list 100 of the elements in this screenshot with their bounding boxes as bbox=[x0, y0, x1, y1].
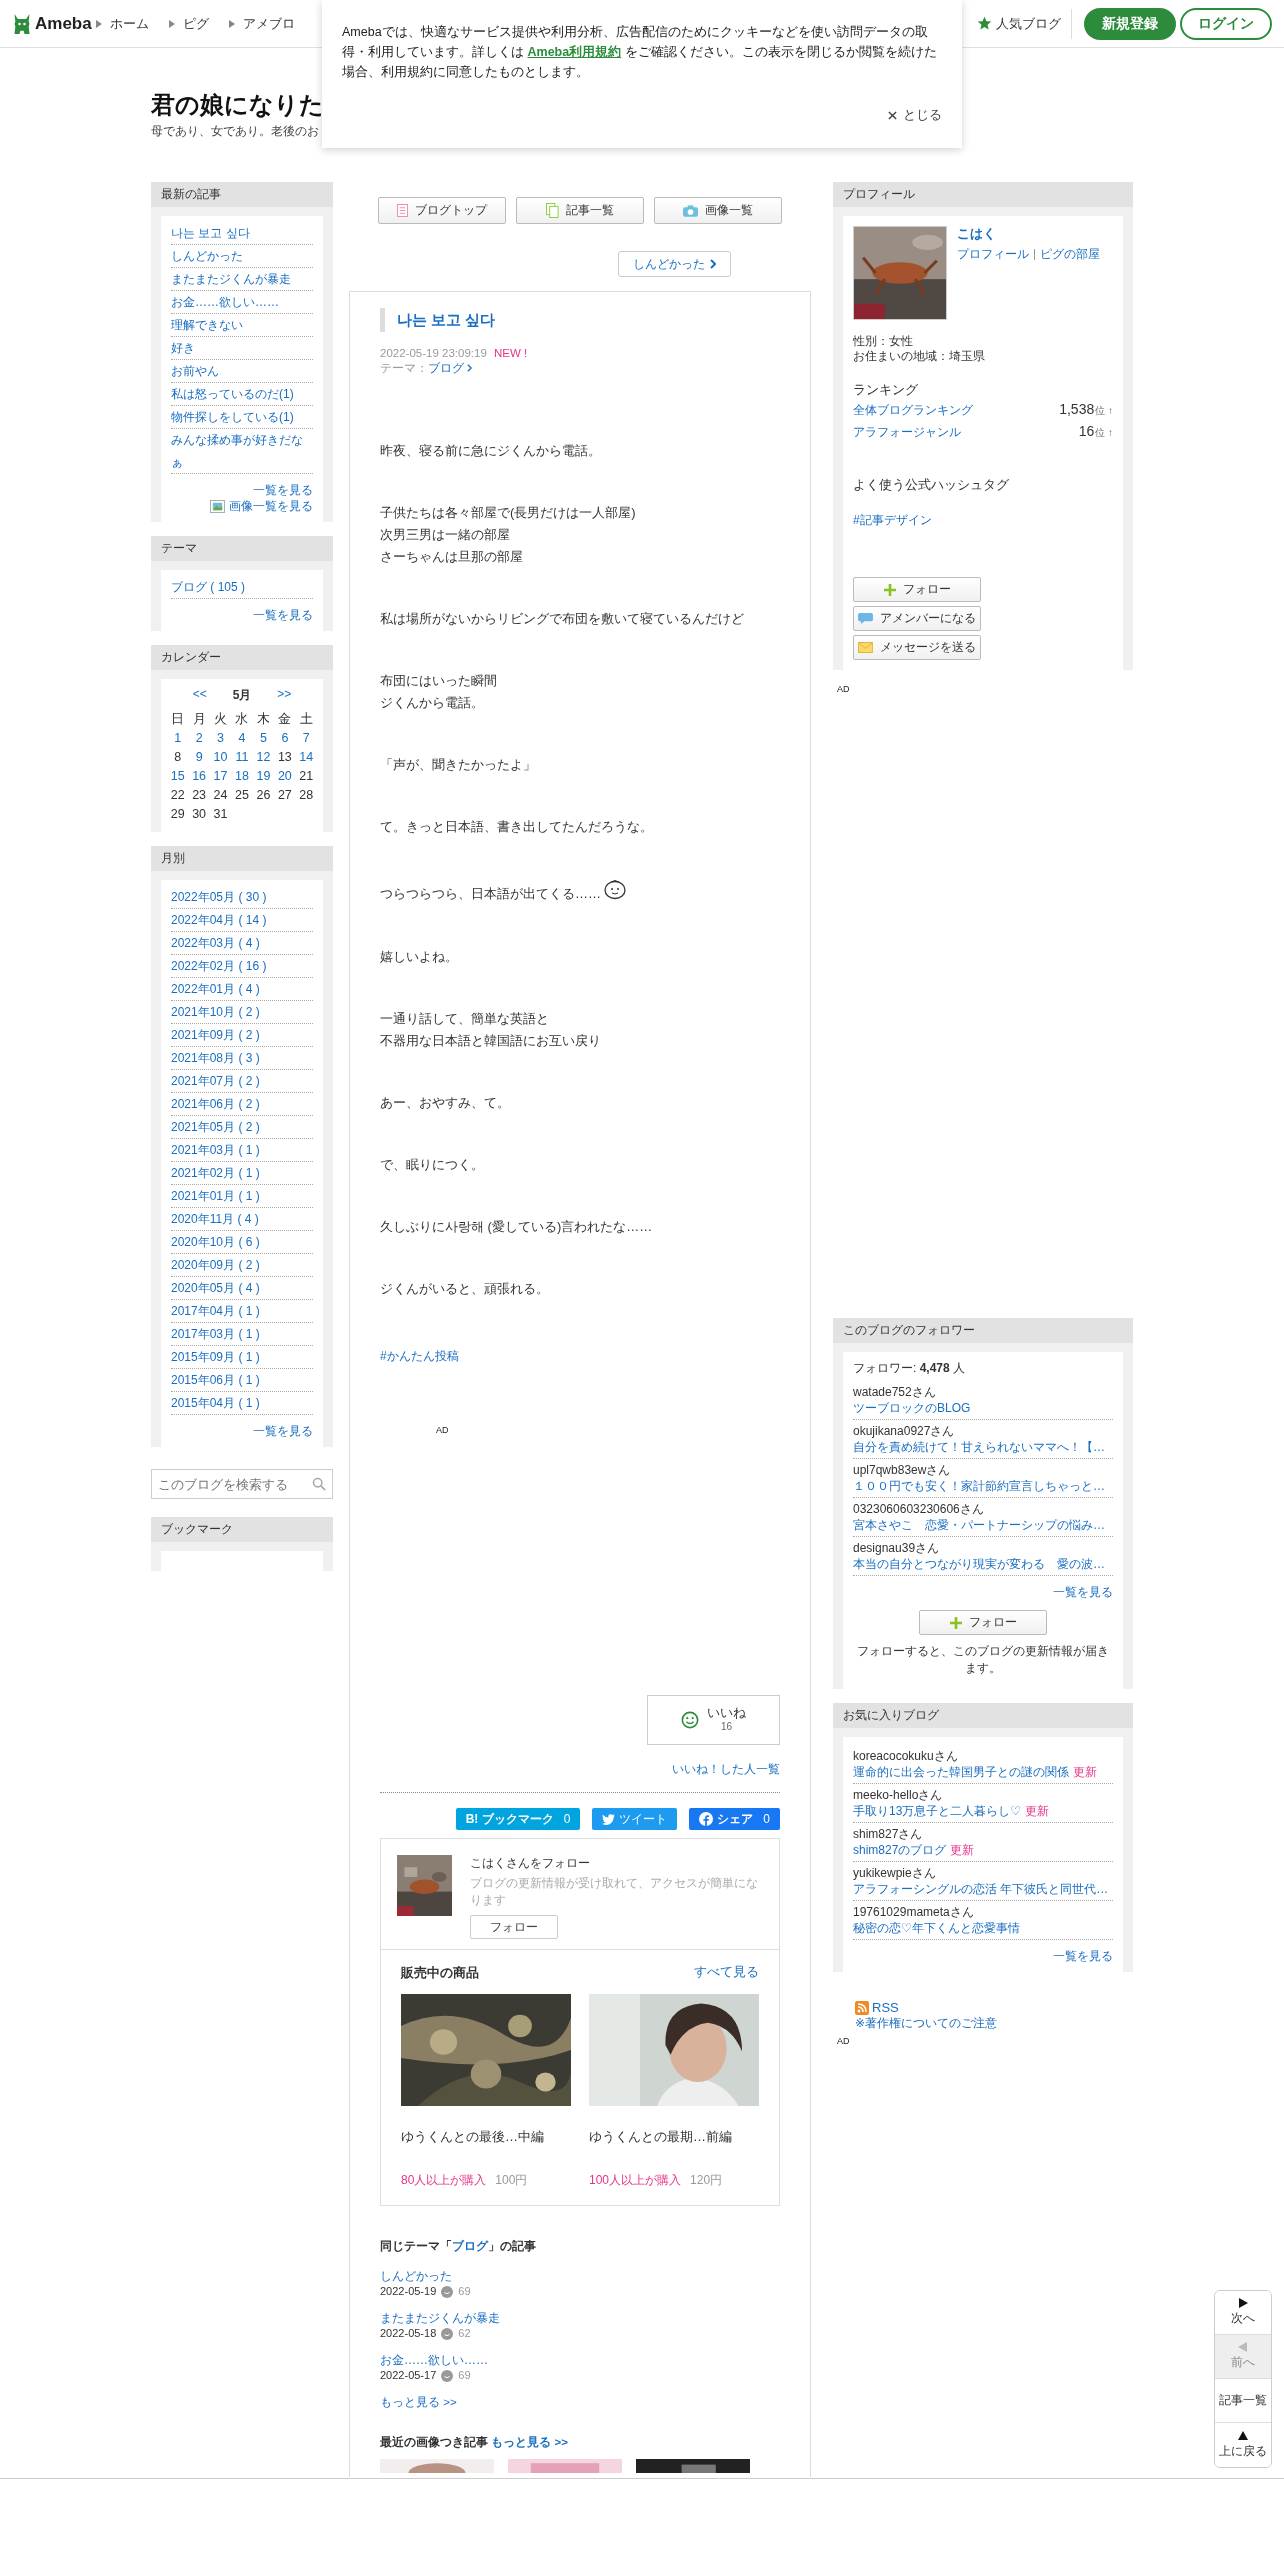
month-link[interactable]: 2022年01月 ( 4 ) bbox=[171, 978, 313, 1001]
amember-button[interactable]: アメンバーになる bbox=[853, 606, 981, 631]
see-all-link[interactable]: すべて見る bbox=[694, 1964, 759, 1982]
like-button[interactable]: いいね 16 bbox=[647, 1695, 780, 1745]
day-link[interactable]: 9 bbox=[188, 748, 210, 767]
month-link[interactable]: 2017年04月 ( 1 ) bbox=[171, 1300, 313, 1323]
hashtag-link[interactable]: #記事デザイン bbox=[853, 512, 1113, 529]
month-link[interactable]: 2015年06月 ( 1 ) bbox=[171, 1369, 313, 1392]
day-link[interactable]: 19 bbox=[252, 767, 275, 786]
article-link[interactable]: またまたジくんが暴走 bbox=[380, 2311, 500, 2325]
profile-link[interactable]: プロフィール bbox=[957, 247, 1029, 262]
article-link[interactable]: しんどかった bbox=[171, 245, 313, 268]
theme-link[interactable]: ブログ bbox=[428, 362, 464, 374]
month-link[interactable]: 2021年10月 ( 2 ) bbox=[171, 1001, 313, 1024]
blog-link[interactable]: 宮本さやこ 恋愛・パートナーシップの悩み… bbox=[853, 1518, 1105, 1532]
nav-link[interactable]: アメブロ bbox=[243, 14, 295, 33]
article-link[interactable]: お金……欲しい…… bbox=[380, 2353, 488, 2367]
blog-link[interactable]: ツーブロックのBLOG bbox=[853, 1401, 971, 1415]
search-field[interactable]: このブログを検索する bbox=[151, 1469, 333, 1499]
month-link[interactable]: 2022年02月 ( 16 ) bbox=[171, 955, 313, 978]
blog-link[interactable]: １００円でも安く！家計節約宣言しちゃっと… bbox=[853, 1479, 1105, 1493]
profile-link[interactable]: ピグの部屋 bbox=[1040, 247, 1100, 262]
nav-link[interactable]: ピグ bbox=[183, 14, 209, 33]
follow-button[interactable]: フォロー bbox=[470, 1915, 559, 1939]
blog-link[interactable]: 運命的に出会った韓国男子との謎の関係 bbox=[853, 1764, 1069, 1780]
nav-link[interactable]: ホーム bbox=[110, 14, 149, 33]
article-link[interactable]: お前やん bbox=[171, 360, 313, 383]
month-link[interactable]: 2022年03月 ( 4 ) bbox=[171, 932, 313, 955]
day-link[interactable]: 15 bbox=[167, 767, 189, 786]
month-link[interactable]: 2021年06月 ( 2 ) bbox=[171, 1093, 313, 1116]
month-link[interactable]: 2020年11月 ( 4 ) bbox=[171, 1208, 313, 1231]
toolbar-button[interactable]: 画像一覧 bbox=[654, 197, 782, 224]
month-link[interactable]: 2021年09月 ( 2 ) bbox=[171, 1024, 313, 1047]
month-link[interactable]: 2021年08月 ( 3 ) bbox=[171, 1047, 313, 1070]
hashtag-link[interactable]: #かんたん投稿 bbox=[380, 1348, 780, 1365]
ranking-link[interactable]: 全体ブログランキング bbox=[853, 400, 973, 420]
article-link[interactable]: 物件探しをしている(1) bbox=[171, 406, 313, 429]
day-link[interactable]: 3 bbox=[209, 729, 232, 748]
more-link[interactable]: 一覧を見る bbox=[253, 608, 313, 622]
day-link[interactable]: 18 bbox=[231, 767, 253, 786]
article-link[interactable]: しんどかった bbox=[380, 2269, 452, 2283]
more-link[interactable]: もっと見る >> bbox=[491, 2436, 568, 2448]
share-button[interactable]: シェア 0 bbox=[689, 1808, 780, 1830]
message-button[interactable]: メッセージを送る bbox=[853, 635, 981, 660]
blog-link[interactable]: 秘密の恋♡年下くんと恋愛事情 bbox=[853, 1920, 1020, 1936]
month-link[interactable]: 2020年09月 ( 2 ) bbox=[171, 1254, 313, 1277]
popular-blogs-link[interactable]: 人気ブログ bbox=[996, 14, 1061, 33]
article-link[interactable]: お金……欲しい…… bbox=[171, 291, 313, 314]
copyright-link[interactable]: ※著作権についてのご注意 bbox=[855, 2015, 1133, 2032]
day-link[interactable]: 5 bbox=[252, 729, 275, 748]
login-button[interactable]: ログイン bbox=[1180, 7, 1272, 40]
month-link[interactable]: 2021年01月 ( 1 ) bbox=[171, 1185, 313, 1208]
more-link[interactable]: 一覧を見る bbox=[1053, 1585, 1113, 1599]
close-button[interactable]: とじる bbox=[888, 106, 942, 124]
article-link[interactable]: またまたジくんが暴走 bbox=[171, 268, 313, 291]
day-link[interactable]: 16 bbox=[188, 767, 210, 786]
month-link[interactable]: 2015年04月 ( 1 ) bbox=[171, 1392, 313, 1415]
month-link[interactable]: 2021年07月 ( 2 ) bbox=[171, 1070, 313, 1093]
liked-users-link[interactable]: いいね！した人一覧 bbox=[672, 1762, 780, 1776]
month-link[interactable]: 2021年02月 ( 1 ) bbox=[171, 1162, 313, 1185]
toolbar-button[interactable]: 記事一覧 bbox=[516, 197, 644, 224]
follow-button[interactable]: フォロー bbox=[919, 1610, 1047, 1635]
more-link[interactable]: 一覧を見る bbox=[253, 1424, 313, 1438]
more-link[interactable]: 一覧を見る bbox=[253, 483, 313, 497]
image-list-link[interactable]: 画像一覧を見る bbox=[229, 498, 313, 514]
month-link[interactable]: 2020年10月 ( 6 ) bbox=[171, 1231, 313, 1254]
next-article-button[interactable]: しんどかった bbox=[618, 251, 731, 277]
day-link[interactable]: 4 bbox=[231, 729, 253, 748]
blog-link[interactable]: 手取り13万息子と二人暮らし♡ bbox=[853, 1803, 1022, 1819]
month-link[interactable]: 2022年05月 ( 30 ) bbox=[171, 886, 313, 909]
article-link[interactable]: 理解できない bbox=[171, 314, 313, 337]
next-month-link[interactable]: >> bbox=[277, 687, 292, 704]
month-link[interactable]: 2017年03月 ( 1 ) bbox=[171, 1323, 313, 1346]
ameba-logo[interactable]: Ameba bbox=[35, 13, 92, 34]
article-link[interactable]: みんな揉め事が好きだなぁ bbox=[171, 429, 313, 474]
ranking-link[interactable]: アラフォージャンル bbox=[853, 422, 961, 442]
month-link[interactable]: 2015年09月 ( 1 ) bbox=[171, 1346, 313, 1369]
rss-link[interactable]: RSS bbox=[872, 2000, 899, 2015]
month-link[interactable]: 2021年03月 ( 1 ) bbox=[171, 1139, 313, 1162]
blog-link[interactable]: 本当の自分とつながり現実が変わる 愛の波… bbox=[853, 1557, 1105, 1571]
terms-link[interactable]: Ameba利用規約 bbox=[527, 45, 622, 59]
share-button[interactable]: B! ブックマーク 0 bbox=[455, 1808, 581, 1830]
blog-link[interactable]: 自分を責め続けて！甘えられないママへ！【… bbox=[853, 1440, 1105, 1454]
theme-link[interactable]: ブログ ( 105 ) bbox=[171, 576, 313, 599]
share-button[interactable]: ツイート bbox=[592, 1808, 678, 1830]
article-link[interactable]: 好き bbox=[171, 337, 313, 360]
day-link[interactable]: 10 bbox=[209, 748, 232, 767]
product-title[interactable]: ゆうくんとの最期…前編 bbox=[589, 2128, 759, 2146]
day-link[interactable]: 12 bbox=[252, 748, 275, 767]
article-link[interactable]: 私は怒っているのだ(1) bbox=[171, 383, 313, 406]
signup-button[interactable]: 新規登録 bbox=[1084, 7, 1176, 40]
previous-month-link[interactable]: << bbox=[192, 687, 207, 704]
month-link[interactable]: 2021年05月 ( 2 ) bbox=[171, 1116, 313, 1139]
more-link[interactable]: もっと見る >> bbox=[380, 2395, 780, 2410]
day-link[interactable]: 1 bbox=[167, 729, 189, 748]
blog-link[interactable]: shim827のブログ bbox=[853, 1842, 947, 1858]
article-link[interactable]: 나는 보고 싶다 bbox=[171, 222, 313, 245]
toolbar-button[interactable]: ブログトップ bbox=[378, 197, 506, 224]
day-link[interactable]: 20 bbox=[274, 767, 296, 786]
profile-name[interactable]: こはく bbox=[957, 227, 996, 241]
